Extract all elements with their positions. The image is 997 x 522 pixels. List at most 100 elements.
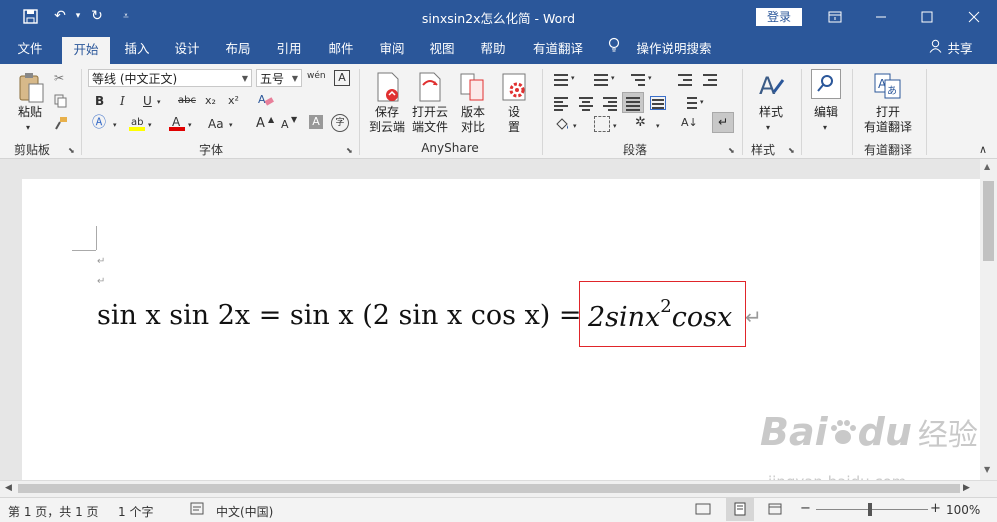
multilevel-dropdown-icon[interactable]: ▾ [648, 70, 652, 86]
superscript-button[interactable]: x² [228, 93, 239, 109]
tab-insert[interactable]: 插入 [116, 34, 158, 64]
text-effects-dropdown-icon[interactable]: ▾ [113, 117, 117, 133]
proofing-icon[interactable] [190, 502, 204, 519]
tab-help[interactable]: 帮助 [472, 34, 514, 64]
vertical-scroll-thumb[interactable] [983, 181, 994, 261]
close-icon[interactable] [951, 0, 997, 34]
tab-youdao[interactable]: 有道翻译 [525, 34, 591, 64]
distributed-icon[interactable] [650, 96, 666, 110]
align-center-icon[interactable] [578, 96, 594, 111]
editing-dropdown-icon[interactable]: ▾ [823, 120, 827, 136]
shading-dropdown-icon[interactable]: ▾ [573, 118, 577, 134]
clipboard-launcher-icon[interactable]: ⬊ [68, 146, 75, 155]
multilevel-list-icon[interactable] [630, 72, 646, 86]
share-button[interactable]: 共享 [945, 34, 975, 64]
borders-dropdown-icon[interactable]: ▾ [613, 118, 617, 134]
minimize-icon[interactable] [858, 0, 904, 34]
grow-font-button[interactable]: A [256, 116, 265, 132]
tab-review[interactable]: 审阅 [371, 34, 413, 64]
editing-icon[interactable] [811, 69, 841, 99]
paste-icon[interactable] [17, 72, 47, 104]
settings-gear-icon[interactable] [500, 71, 530, 103]
zoom-in-icon[interactable]: + [930, 501, 941, 516]
maximize-icon[interactable] [904, 0, 950, 34]
format-painter-icon[interactable] [54, 116, 68, 134]
zoom-slider-track[interactable] [816, 509, 928, 510]
web-layout-icon[interactable] [768, 502, 782, 519]
sort-icon[interactable]: A↓ [681, 115, 698, 131]
equation-main[interactable]: sin x sin 2x = sin x (2 sin x cos x) = [97, 300, 582, 331]
horizontal-scroll-thumb[interactable] [18, 484, 960, 493]
borders-icon[interactable] [594, 116, 610, 132]
tab-file[interactable]: 文件 [8, 34, 52, 64]
equation-highlight[interactable]: 2sinx2cosx [588, 296, 732, 333]
clear-formatting-icon[interactable]: A [258, 92, 274, 112]
page-count[interactable]: 第 1 页，共 1 页 [8, 503, 99, 520]
scroll-left-icon[interactable]: ◀ [5, 483, 12, 493]
font-color-dropdown-icon[interactable]: ▾ [188, 117, 192, 133]
phonetic-guide-icon[interactable]: wén [307, 68, 326, 84]
ribbon-display-options-icon[interactable] [812, 0, 858, 34]
char-border-icon[interactable]: A [334, 70, 350, 86]
numbering-dropdown-icon[interactable]: ▾ [611, 70, 615, 86]
youdao-translate-icon[interactable]: Aあ [873, 70, 903, 102]
highlight-color-icon[interactable]: ab [128, 115, 146, 136]
decrease-indent-icon[interactable] [677, 72, 693, 86]
bold-button[interactable]: B [95, 93, 104, 109]
asian-layout-dropdown-icon[interactable]: ▾ [656, 118, 660, 134]
cloud-open-icon[interactable] [415, 71, 445, 103]
scroll-up-icon[interactable]: ▲ [984, 162, 990, 171]
line-spacing-dropdown-icon[interactable]: ▾ [700, 94, 704, 110]
tab-design[interactable]: 设计 [166, 34, 208, 64]
language-indicator[interactable]: 中文(中国) [216, 503, 273, 520]
login-button[interactable]: 登录 [756, 8, 802, 26]
person-icon[interactable] [927, 34, 943, 64]
enclose-characters-icon[interactable]: 字 [331, 114, 349, 132]
subscript-button[interactable]: x₂ [205, 93, 216, 109]
tab-home[interactable]: 开始 [62, 37, 110, 64]
font-launcher-icon[interactable]: ⬊ [346, 146, 353, 155]
tab-layout[interactable]: 布局 [217, 34, 259, 64]
tell-me-search[interactable]: 操作说明搜索 [634, 34, 714, 64]
styles-dropdown-icon[interactable]: ▾ [766, 120, 770, 136]
change-case-button[interactable]: Aa [208, 116, 224, 132]
show-marks-icon[interactable]: ↵ [712, 112, 734, 133]
styles-icon[interactable]: A [756, 70, 786, 102]
tab-mailings[interactable]: 邮件 [320, 34, 362, 64]
underline-dropdown-icon[interactable]: ▾ [157, 94, 161, 110]
zoom-slider-thumb[interactable] [868, 503, 872, 516]
paste-dropdown-icon[interactable]: ▾ [26, 120, 30, 136]
font-name-select[interactable]: 等线 (中文正文) ▼ [88, 69, 252, 87]
word-count[interactable]: 1 个字 [118, 503, 153, 520]
shrink-font-button[interactable]: A [281, 117, 289, 133]
strikethrough-button[interactable]: abc [178, 93, 196, 109]
cloud-save-icon[interactable] [373, 71, 403, 103]
font-color-icon[interactable]: A [168, 115, 186, 136]
align-left-icon[interactable] [553, 96, 569, 111]
italic-button[interactable]: I [120, 93, 125, 109]
styles-launcher-icon[interactable]: ⬊ [788, 146, 795, 155]
highlight-dropdown-icon[interactable]: ▾ [148, 117, 152, 133]
line-spacing-icon[interactable] [682, 96, 698, 110]
char-shading-icon[interactable]: A [309, 115, 323, 129]
bullets-icon[interactable] [553, 72, 569, 86]
bullets-dropdown-icon[interactable]: ▾ [571, 70, 575, 86]
scroll-right-icon[interactable]: ▶ [963, 483, 970, 493]
copy-icon[interactable] [54, 94, 67, 112]
focus-mode-icon[interactable] [695, 502, 711, 519]
collapse-ribbon-icon[interactable]: ∧ [979, 142, 987, 158]
text-effects-icon[interactable]: Ⓐ [92, 115, 106, 131]
paragraph-launcher-icon[interactable]: ⬊ [728, 146, 735, 155]
align-right-icon[interactable] [602, 96, 618, 111]
increase-indent-icon[interactable] [702, 72, 718, 86]
asian-layout-icon[interactable]: ✲ [635, 115, 646, 131]
zoom-level[interactable]: 100% [946, 503, 980, 517]
tab-references[interactable]: 引用 [268, 34, 310, 64]
shading-icon[interactable] [554, 116, 570, 136]
zoom-out-icon[interactable]: − [800, 501, 811, 516]
cut-icon[interactable]: ✂ [54, 70, 64, 86]
numbering-icon[interactable] [593, 72, 609, 86]
change-case-dropdown-icon[interactable]: ▾ [229, 117, 233, 133]
font-size-select[interactable]: 五号 ▼ [256, 69, 302, 87]
version-compare-icon[interactable] [458, 71, 488, 103]
